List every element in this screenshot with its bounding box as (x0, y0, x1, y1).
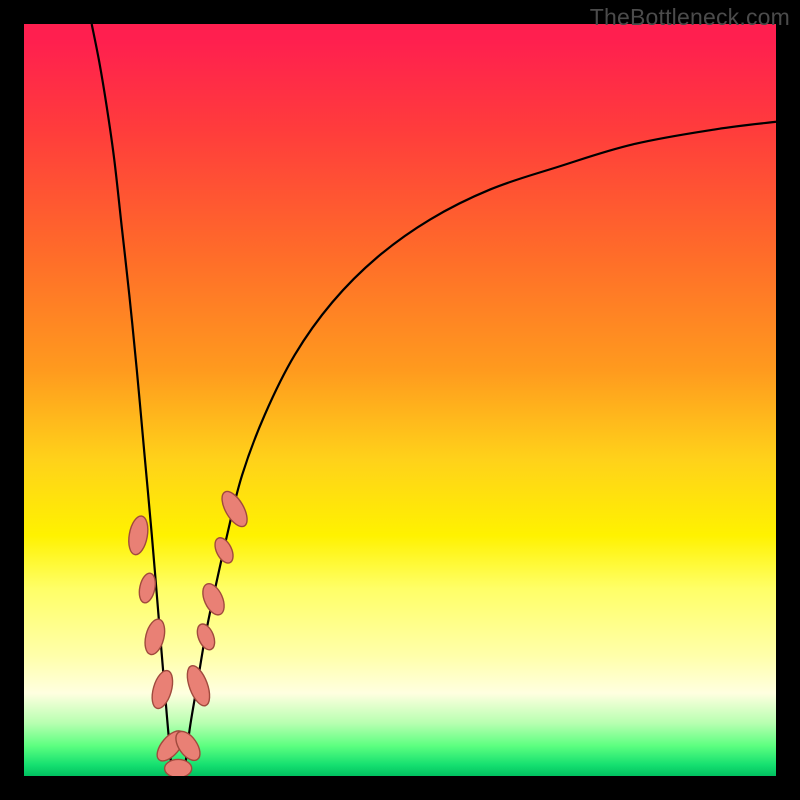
bead (142, 617, 168, 656)
plot-area (24, 24, 776, 776)
bead (217, 488, 252, 531)
bead (165, 759, 192, 776)
bead (137, 572, 158, 605)
bead (183, 663, 214, 709)
curve-left-branch (92, 24, 172, 776)
bead (148, 668, 176, 711)
bead (199, 581, 229, 619)
curve-right-branch (184, 122, 776, 776)
chart-svg (24, 24, 776, 776)
bead (126, 515, 151, 557)
bead (211, 535, 236, 566)
watermark-text: TheBottleneck.com (590, 4, 790, 31)
chart-frame: TheBottleneck.com (0, 0, 800, 800)
bead (194, 622, 218, 653)
